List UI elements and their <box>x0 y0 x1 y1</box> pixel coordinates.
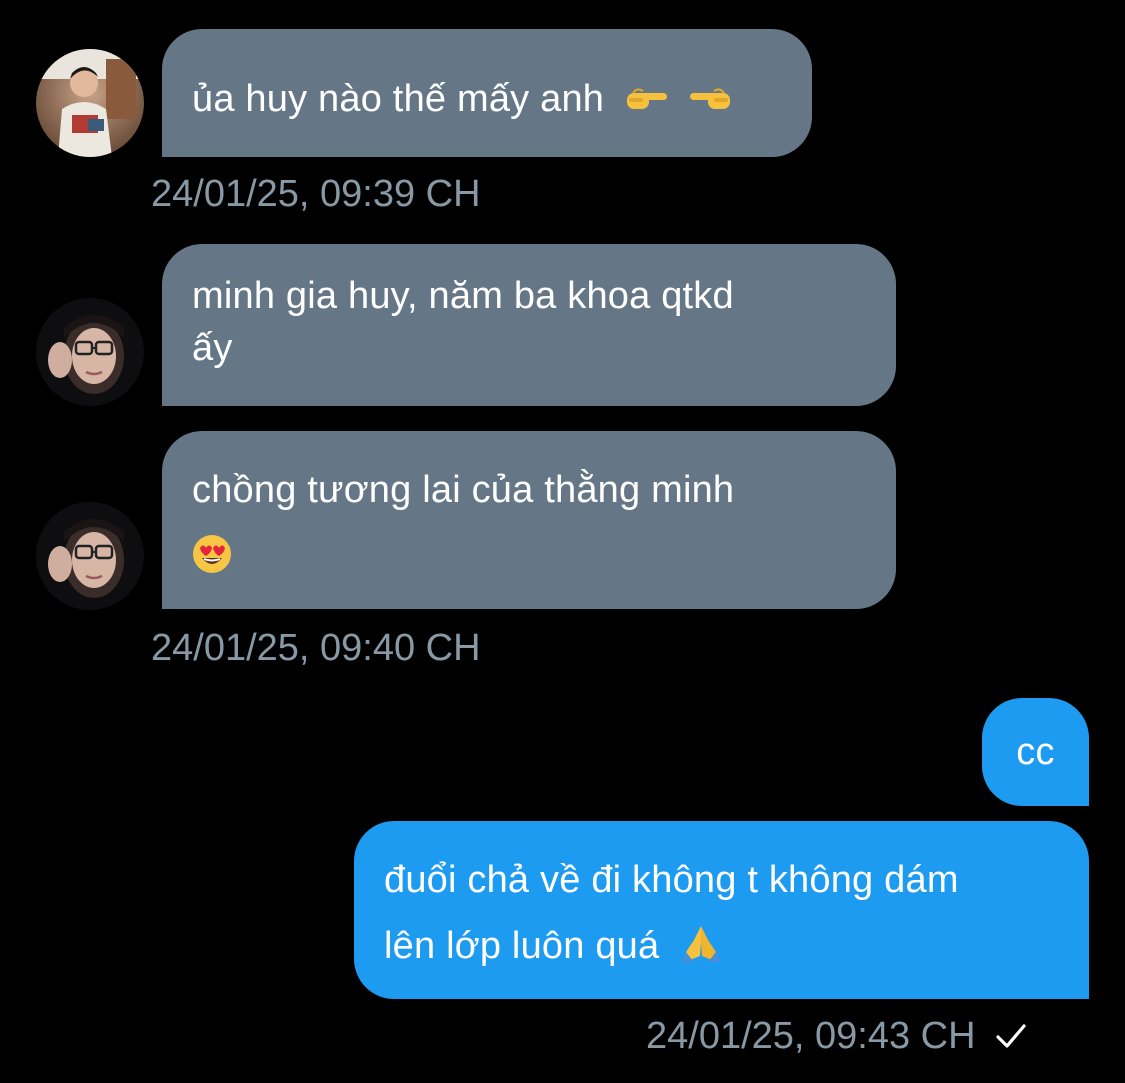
message-bubble-2[interactable]: minh gia huy, năm ba khoa qtkd ấy <box>162 244 896 406</box>
message-text: ủa huy nào thế mấy anh <box>192 78 605 120</box>
timestamp: 24/01/25, 09:40 CH <box>151 627 481 669</box>
avatar-sender-1[interactable] <box>36 49 144 157</box>
avatar-sender-3[interactable] <box>36 502 144 610</box>
message-text-line-2: lên lớp luôn quá <box>384 925 660 967</box>
message-text-line-1: minh gia huy, năm ba khoa qtkd <box>192 275 734 317</box>
message-bubble-3[interactable]: chồng tương lai của thằng minh <box>162 431 896 609</box>
read-check-icon <box>995 1024 1026 1048</box>
backhand-index-pointing-right-emoji-icon <box>626 88 667 109</box>
timestamp: 24/01/25, 09:43 CH <box>646 1015 976 1057</box>
timestamp: 24/01/25, 09:39 CH <box>151 173 481 215</box>
folded-hands-emoji-icon <box>682 925 721 962</box>
message-text: chồng tương lai của thằng minh <box>192 469 735 511</box>
message-bubble-5[interactable]: đuổi chả về đi không t không dám lên lớp… <box>354 821 1089 999</box>
backhand-index-pointing-left-emoji-icon <box>689 88 730 109</box>
avatar-photo-man-icon <box>36 49 144 157</box>
message-text-line-1: đuổi chả về đi không t không dám <box>384 859 959 901</box>
avatar-photo-girl-glasses-icon <box>36 502 144 610</box>
message-text: cc <box>1016 731 1055 773</box>
heart-eyes-emoji-icon <box>193 534 231 573</box>
message-bubble-4[interactable]: cc <box>982 698 1089 806</box>
avatar-photo-girl-glasses-icon <box>36 298 144 406</box>
timestamp-row: 24/01/25, 09:43 CH <box>646 1014 1028 1058</box>
message-bubble-1[interactable]: ủa huy nào thế mấy anh <box>162 29 812 157</box>
avatar-sender-2[interactable] <box>36 298 144 406</box>
message-text-line-2: ấy <box>192 327 233 369</box>
